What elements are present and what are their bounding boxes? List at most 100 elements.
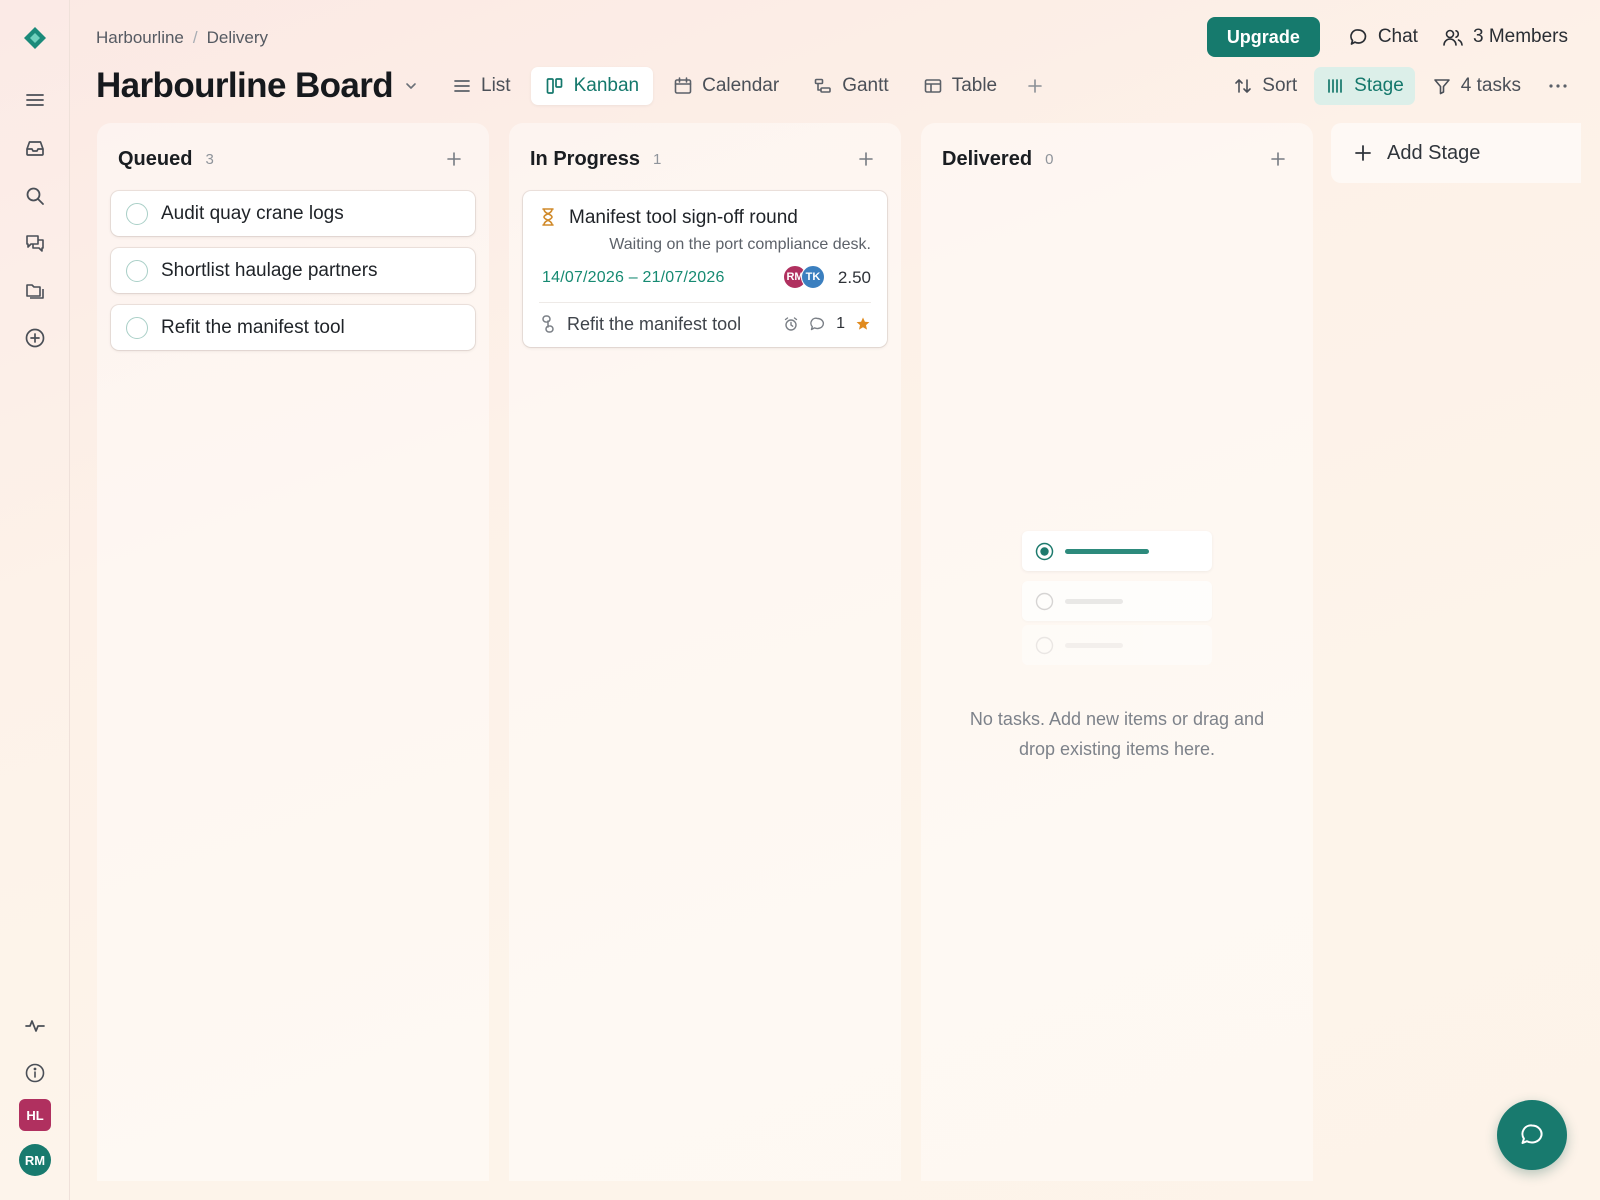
column-delivered: Delivered 0 No tasks. Add new items or d… (921, 123, 1313, 1181)
column-count: 3 (205, 150, 214, 168)
chat-bubble-icon (1518, 1121, 1546, 1149)
tab-label: Table (951, 75, 998, 96)
plus-icon (1353, 143, 1373, 163)
add-task-button[interactable] (440, 145, 468, 173)
column-in-progress: In Progress 1 Manifest tool sign-off rou… (509, 123, 901, 1181)
illustration-row (1022, 625, 1212, 665)
illustration-row (1022, 581, 1212, 621)
tab-table[interactable]: Table (909, 67, 1011, 105)
story-points[interactable]: 2.50 (838, 268, 871, 288)
gantt-icon (813, 76, 833, 96)
breadcrumb: Harbourline / Delivery (96, 27, 268, 49)
plus-icon (1026, 77, 1044, 95)
task-card[interactable]: Manifest tool sign-off round Waiting on … (523, 191, 887, 347)
user-avatar[interactable]: RM (19, 1144, 51, 1176)
add-stage-button[interactable]: Add Stage (1331, 123, 1581, 183)
plus-circle-icon[interactable] (19, 322, 51, 354)
page-title: Harbourline Board (96, 66, 394, 105)
alarm-clock-icon[interactable] (783, 316, 799, 332)
table-icon (923, 76, 943, 96)
add-task-button[interactable] (1264, 145, 1292, 173)
search-icon[interactable] (19, 180, 51, 212)
assignee-avatars[interactable]: RM TK (783, 265, 825, 289)
task-title: Manifest tool sign-off round (569, 207, 798, 228)
menu-icon[interactable] (19, 84, 51, 116)
column-header: In Progress 1 (530, 143, 880, 175)
hourglass-icon[interactable] (541, 207, 555, 227)
column-header: Queued 3 (118, 143, 468, 175)
breadcrumb-workspace[interactable]: Harbourline (96, 28, 184, 48)
chat-bubbles-icon[interactable] (19, 227, 51, 259)
tab-label: Gantt (842, 75, 889, 96)
view-tabs: List Kanban Calendar Gantt Table (438, 67, 1053, 105)
kanban-icon (545, 76, 565, 96)
task-card[interactable]: Refit the manifest tool (111, 305, 475, 350)
filter-label: 4 tasks (1460, 75, 1521, 96)
column-title: Delivered (942, 147, 1033, 170)
task-description: Waiting on the port compliance desk. (609, 236, 871, 253)
task-title: Refit the manifest tool (161, 316, 345, 338)
upgrade-button[interactable]: Upgrade (1206, 17, 1320, 57)
add-task-button[interactable] (852, 145, 880, 173)
empty-state-text: No tasks. Add new items or drag and drop… (969, 709, 1265, 759)
group-by-stage-button[interactable]: Stage (1314, 67, 1415, 105)
diamond-logo-icon[interactable] (19, 22, 51, 54)
add-view-button[interactable] (1017, 67, 1053, 105)
task-status-circle-icon[interactable] (126, 316, 148, 339)
members-button[interactable]: 3 Members (1432, 17, 1578, 57)
inbox-icon[interactable] (19, 132, 51, 164)
top-actions: Upgrade Chat 3 Members (1206, 17, 1578, 57)
workspace-avatar[interactable]: HL (19, 1099, 51, 1131)
filter-button[interactable]: 4 tasks (1421, 67, 1532, 105)
tab-gantt[interactable]: Gantt (799, 67, 902, 105)
support-chat-button[interactable] (1497, 1100, 1567, 1170)
filter-icon (1432, 76, 1452, 96)
tab-label: Kanban (573, 75, 640, 96)
sort-icon (1233, 76, 1253, 96)
star-icon[interactable] (855, 316, 871, 332)
plus-icon (445, 150, 463, 168)
calendar-icon (673, 76, 693, 96)
activity-icon[interactable] (19, 1010, 51, 1042)
task-card[interactable]: Shortlist haulage partners (111, 248, 475, 293)
chat-button[interactable]: Chat (1338, 17, 1428, 57)
task-meta: 1 (783, 312, 871, 336)
board-toolbar: Sort Stage 4 tasks (1222, 67, 1578, 105)
info-icon[interactable] (19, 1057, 51, 1089)
sort-button[interactable]: Sort (1222, 67, 1308, 105)
breadcrumb-project[interactable]: Delivery (207, 28, 268, 48)
tab-label: Calendar (702, 75, 780, 96)
task-card[interactable]: Audit quay crane logs (111, 191, 475, 236)
task-status-circle-icon[interactable] (126, 259, 148, 282)
more-options-button[interactable] (1538, 67, 1578, 105)
columns-icon (1325, 76, 1345, 96)
tab-calendar[interactable]: Calendar (659, 67, 793, 105)
comment-icon[interactable] (809, 316, 826, 332)
task-title: Audit quay crane logs (161, 202, 344, 224)
chevron-down-icon (403, 78, 419, 94)
task-status-circle-icon[interactable] (126, 202, 148, 225)
list-icon (452, 76, 472, 96)
members-label: 3 Members (1472, 26, 1568, 47)
column-queued: Queued 3 Audit quay crane logs Shortlist… (97, 123, 489, 1181)
group-label: Stage (1354, 75, 1404, 96)
tab-list[interactable]: List (438, 67, 525, 105)
board-title-switcher[interactable]: Harbourline Board (96, 64, 419, 108)
task-title: Shortlist haulage partners (161, 259, 378, 281)
tab-label: List (481, 75, 511, 96)
left-rail: HL RM (0, 0, 70, 1200)
illustration-row (1022, 531, 1212, 571)
comment-count: 1 (836, 315, 845, 332)
tab-kanban[interactable]: Kanban (530, 67, 654, 105)
breadcrumb-separator: / (192, 28, 198, 47)
column-count: 1 (653, 150, 662, 168)
column-count: 0 (1045, 150, 1054, 168)
column-title: Queued (118, 147, 193, 170)
folders-icon[interactable] (19, 275, 51, 307)
parent-task-title: Refit the manifest tool (567, 313, 742, 334)
column-header: Delivered 0 (942, 143, 1292, 175)
task-date-range[interactable]: 14/07/2026 – 21/07/2026 (542, 269, 725, 287)
link-icon (541, 314, 555, 334)
parent-task-link[interactable]: Refit the manifest tool (541, 312, 741, 336)
plus-icon (1269, 150, 1287, 168)
